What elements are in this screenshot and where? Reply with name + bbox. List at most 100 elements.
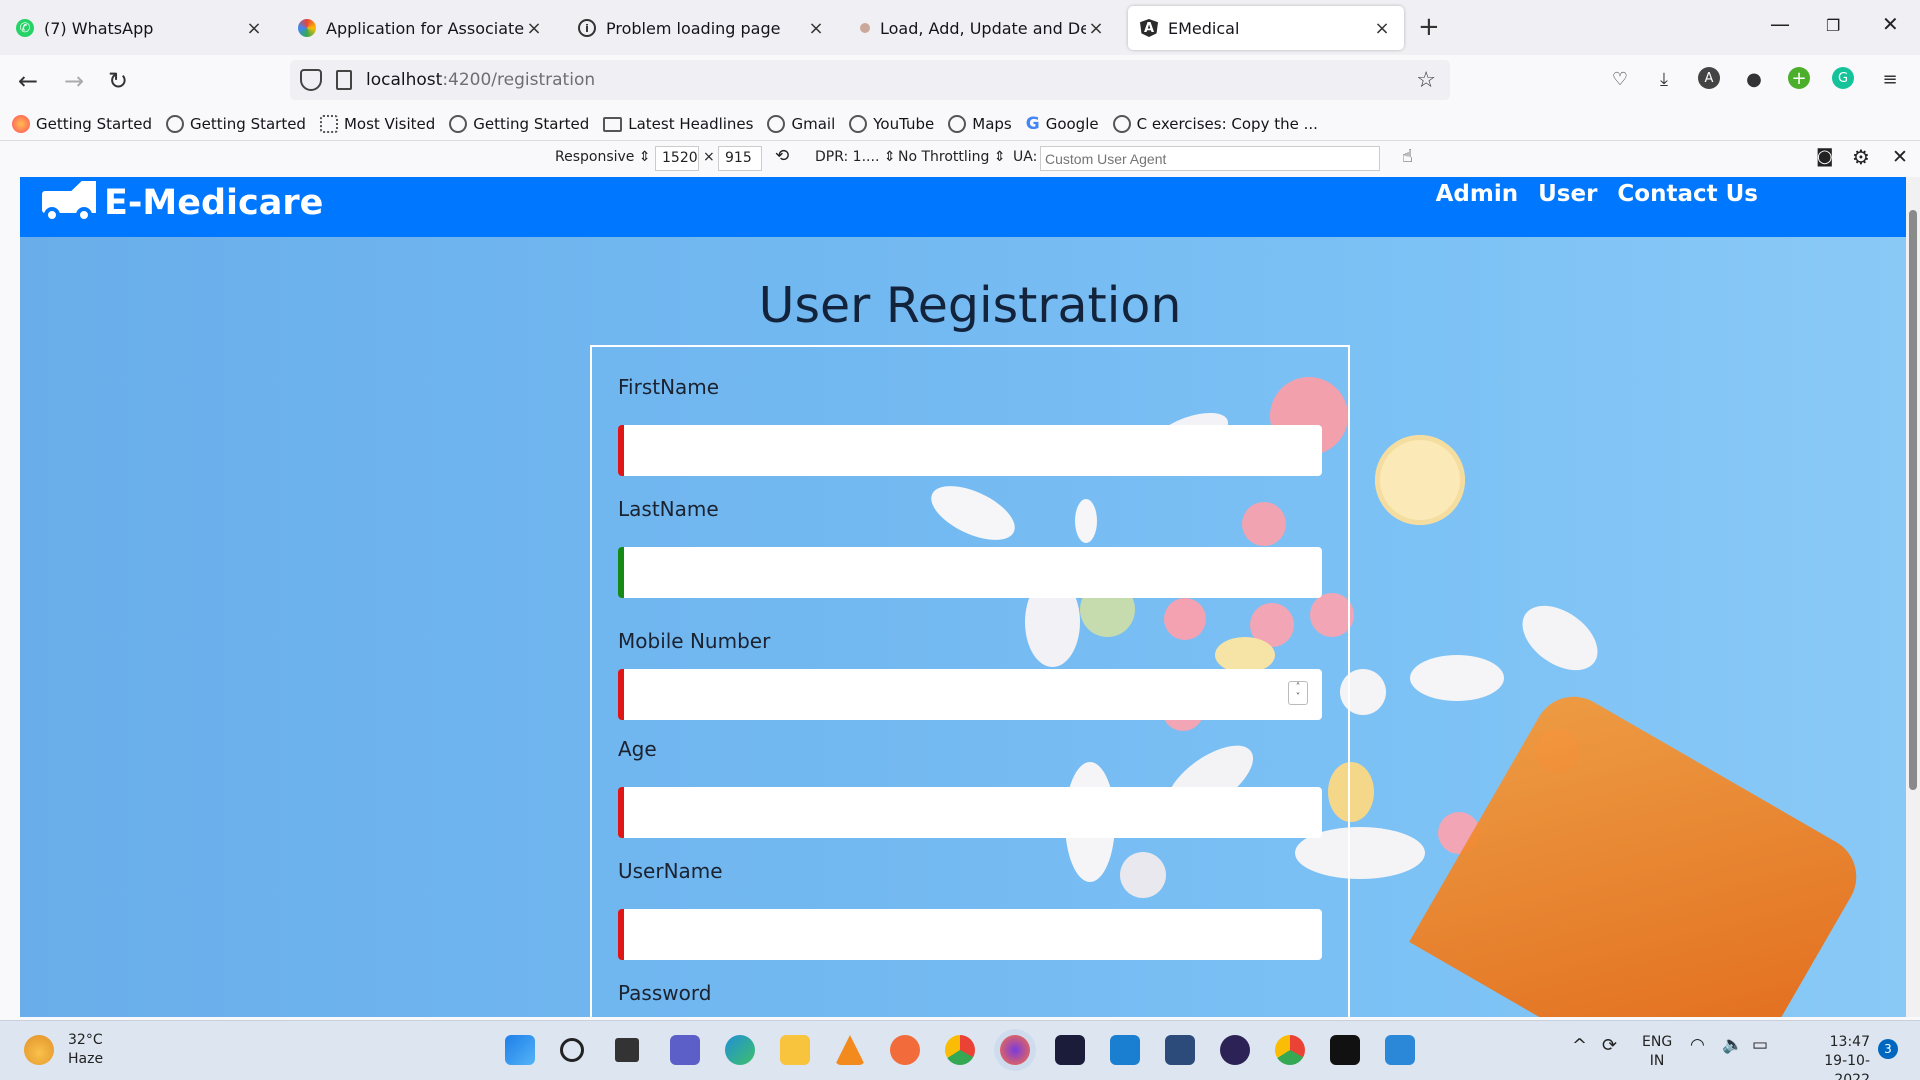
throttling-select[interactable]: No Throttling ⇕ [898, 149, 1006, 165]
sts-icon[interactable] [1165, 1035, 1195, 1065]
bookmark-getting-started[interactable]: Getting Started [12, 115, 152, 133]
restore-button[interactable]: ❐ [1826, 16, 1840, 35]
language-indicator[interactable]: ENG IN [1642, 1033, 1672, 1071]
url-path: :4200/registration [442, 70, 596, 90]
bookmark-google[interactable]: G Google [1026, 114, 1099, 134]
bookmark-youtube[interactable]: YouTube [849, 115, 934, 133]
extension-icon[interactable]: ● [1742, 67, 1766, 91]
sync-icon[interactable]: ⟳ [1602, 1036, 1617, 1055]
bookmark-label: Maps [972, 115, 1012, 133]
teams-icon[interactable] [670, 1035, 700, 1065]
tab-load-add-update[interactable]: Load, Add, Update and Delete T × [848, 6, 1118, 50]
bookmark-getting-started[interactable]: Getting Started [449, 115, 589, 133]
tab-strip: ✆ (7) WhatsApp × Application for Associa… [0, 0, 1920, 55]
edge-icon[interactable] [725, 1035, 755, 1065]
task-view-icon[interactable] [615, 1038, 639, 1062]
add-extension-icon[interactable]: + [1788, 67, 1810, 89]
grammarly-icon[interactable]: G [1832, 67, 1854, 89]
forward-button[interactable]: → [64, 67, 84, 95]
close-icon[interactable]: × [1372, 18, 1392, 39]
webex-icon[interactable] [1055, 1035, 1085, 1065]
vlc-icon[interactable] [835, 1035, 865, 1065]
pill-bottle-image [1409, 682, 1871, 1017]
device-select[interactable]: Responsive ⇕ [555, 149, 651, 165]
viewport-height-input[interactable]: 915 [718, 146, 762, 171]
notification-badge[interactable]: 3 [1878, 1039, 1898, 1059]
windows-start-icon[interactable] [505, 1035, 535, 1065]
file-explorer-icon[interactable] [780, 1035, 810, 1065]
search-icon[interactable] [560, 1038, 584, 1062]
bookmark-label: Latest Headlines [628, 115, 754, 133]
back-button[interactable]: ← [18, 67, 38, 95]
number-spinner-icon[interactable]: ˄ ˅ [1288, 681, 1308, 705]
scrollbar-thumb[interactable] [1909, 210, 1917, 790]
vscode-icon[interactable] [1110, 1035, 1140, 1065]
window-close-button[interactable]: ✕ [1882, 12, 1899, 36]
bookmark-latest-headlines[interactable]: Latest Headlines [603, 115, 753, 133]
firstname-input[interactable] [618, 425, 1322, 476]
age-input[interactable] [618, 787, 1322, 838]
bookmark-label: Getting Started [36, 115, 152, 133]
truck-icon [40, 181, 102, 225]
nav-user-link[interactable]: User [1538, 181, 1597, 207]
vertical-scrollbar[interactable] [1906, 177, 1920, 1017]
navigation-toolbar: ← → ↻ localhost:4200/registration ☆ ♡ ⤓ … [0, 55, 1920, 108]
mobile-number-input[interactable]: ˄ ˅ [618, 669, 1322, 720]
chrome-icon[interactable] [945, 1035, 975, 1065]
nav-admin-link[interactable]: Admin [1436, 181, 1519, 207]
wifi-icon[interactable]: ◠ [1690, 1036, 1705, 1055]
tab-application[interactable]: Application for Associate Softw × [286, 6, 556, 50]
close-icon[interactable]: × [1086, 18, 1106, 39]
pill-image [1410, 655, 1504, 701]
brand-logo[interactable]: E-Medicare [40, 181, 323, 225]
bookmark-star-icon[interactable]: ☆ [1416, 68, 1436, 93]
shield-icon[interactable] [300, 69, 322, 91]
globe-icon [165, 115, 184, 133]
lastname-input[interactable] [618, 547, 1322, 598]
chrome-icon[interactable] [1275, 1035, 1305, 1065]
postman-icon[interactable] [890, 1035, 920, 1065]
bookmark-most-visited[interactable]: Most Visited [319, 115, 435, 133]
clock[interactable]: 13:47 19-10-2022 [1792, 1033, 1870, 1080]
close-icon[interactable]: × [524, 18, 544, 39]
bookmark-getting-started[interactable]: Getting Started [165, 115, 306, 133]
minimize-button[interactable]: — [1770, 12, 1790, 36]
tab-problem-loading[interactable]: i Problem loading page × [566, 6, 838, 50]
close-icon[interactable]: × [806, 18, 826, 39]
rotate-icon[interactable]: ⟲ [775, 146, 789, 166]
chevron-up-icon[interactable]: ^ [1572, 1036, 1587, 1055]
close-rdm-icon[interactable]: ✕ [1892, 146, 1908, 168]
viewport-width-input[interactable]: 1520 [655, 146, 699, 171]
account-icon[interactable]: A [1698, 67, 1720, 89]
url-bar[interactable]: localhost:4200/registration ☆ [290, 60, 1450, 100]
pocket-icon[interactable]: ♡ [1608, 67, 1632, 91]
volume-icon[interactable]: 🔈 [1722, 1036, 1743, 1055]
battery-icon[interactable]: ▭ [1752, 1036, 1768, 1055]
menu-icon[interactable]: ≡ [1878, 67, 1902, 91]
tab-emedical[interactable]: A EMedical × [1128, 6, 1404, 50]
close-icon[interactable]: × [244, 18, 264, 39]
nav-contact-link[interactable]: Contact Us [1617, 181, 1758, 207]
username-input[interactable] [618, 909, 1322, 960]
screenshot-icon[interactable]: ◙ [1816, 146, 1833, 167]
multicolor-icon [298, 19, 316, 37]
bookmark-c-exercises[interactable]: C exercises: Copy the ... [1112, 115, 1318, 133]
reload-button[interactable]: ↻ [108, 67, 128, 95]
weather-widget[interactable]: 32°C Haze [24, 1031, 103, 1069]
dpr-select[interactable]: DPR: 1.... ⇕ [815, 149, 896, 165]
user-agent-input[interactable] [1040, 146, 1380, 171]
globe-icon [449, 115, 468, 133]
terminal-icon[interactable] [1330, 1035, 1360, 1065]
tab-whatsapp[interactable]: ✆ (7) WhatsApp × [4, 6, 276, 50]
touch-simulation-icon[interactable]: ☝ [1402, 146, 1413, 167]
download-icon[interactable]: ⤓ [1652, 67, 1676, 91]
page-icon[interactable] [336, 70, 352, 90]
notepad-icon[interactable] [1385, 1035, 1415, 1065]
eclipse-icon[interactable] [1220, 1035, 1250, 1065]
new-tab-button[interactable]: + [1418, 12, 1440, 42]
firefox-icon[interactable] [1000, 1035, 1030, 1065]
bookmark-label: Getting Started [473, 115, 590, 133]
bookmark-gmail[interactable]: Gmail [767, 115, 835, 133]
settings-icon[interactable]: ⚙ [1852, 145, 1870, 169]
bookmark-maps[interactable]: Maps [948, 115, 1012, 133]
